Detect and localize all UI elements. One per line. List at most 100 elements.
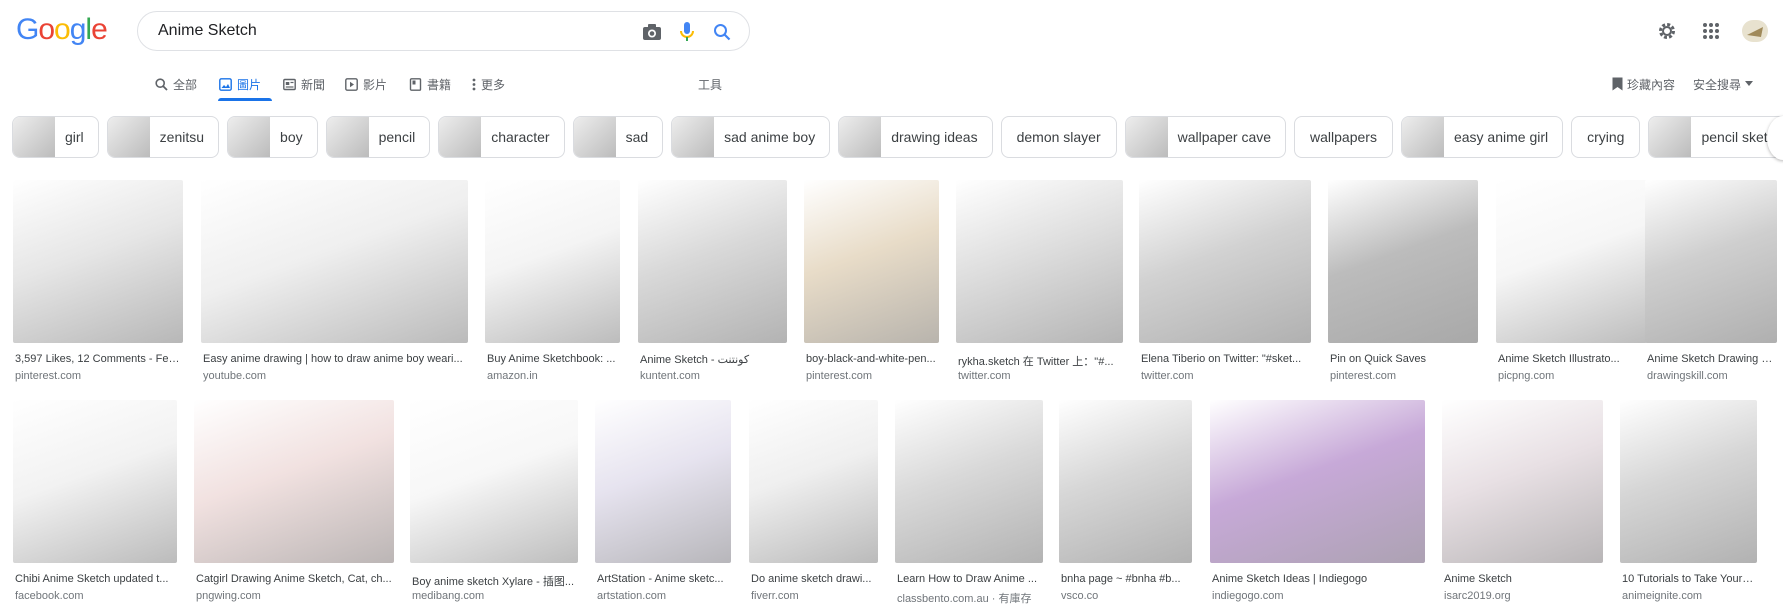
tools-button[interactable]: 工具: [698, 72, 722, 96]
image-result-card[interactable]: Catgirl Drawing Anime Sketch, Cat, ch...…: [194, 400, 394, 603]
account-avatar[interactable]: [1741, 17, 1769, 45]
tab-all[interactable]: 全部: [155, 72, 197, 96]
image-result-source: pngwing.com: [196, 590, 261, 602]
tab-videos[interactable]: 影片: [345, 72, 387, 96]
image-result-card[interactable]: Anime Sketch Drawing P... drawingskill.co…: [1645, 180, 1777, 383]
image-thumbnail[interactable]: [1442, 400, 1603, 563]
image-thumbnail[interactable]: [1210, 400, 1425, 563]
chip-wallpaper-cave[interactable]: wallpaper cave: [1124, 116, 1287, 158]
image-result-title[interactable]: Easy anime drawing | how to draw anime b…: [203, 353, 466, 365]
image-result-title[interactable]: Catgirl Drawing Anime Sketch, Cat, ch...: [196, 573, 392, 585]
image-thumbnail[interactable]: [13, 180, 183, 343]
chip-label: sad: [625, 129, 649, 145]
saved-button[interactable]: 珍藏內容: [1612, 72, 1675, 96]
logo-letter: o: [54, 13, 71, 46]
image-thumbnail[interactable]: [410, 400, 578, 563]
image-result-card[interactable]: ArtStation - Anime sketc... artstation.co…: [595, 400, 731, 603]
image-result-card[interactable]: Learn How to Draw Anime ... classbento.co…: [895, 400, 1043, 605]
image-thumbnail[interactable]: [1620, 400, 1757, 563]
chip-demon-slayer[interactable]: demon slayer: [1000, 116, 1117, 158]
image-thumbnail[interactable]: [201, 180, 468, 343]
image-result-title[interactable]: Boy anime sketch Xylare - 插图...: [412, 573, 576, 589]
image-result-title[interactable]: Anime Sketch Ideas | Indiegogo: [1212, 573, 1423, 585]
camera-icon[interactable]: [641, 21, 663, 43]
safesearch-button[interactable]: 安全搜尋: [1693, 72, 1754, 96]
image-result-title[interactable]: boy-black-and-white-pen...: [806, 353, 937, 365]
image-result-card[interactable]: 3,597 Likes, 12 Comments - Fea... pintere…: [13, 180, 183, 383]
image-result-card[interactable]: Anime Sketch - كونتنت kuntent.com: [638, 180, 787, 383]
chip-sad[interactable]: sad: [572, 116, 664, 158]
chip-girl[interactable]: girl: [12, 116, 99, 158]
image-result-card[interactable]: rykha.sketch 在 Twitter 上："#... twitter.co…: [956, 180, 1123, 383]
chip-boy[interactable]: boy: [227, 116, 318, 158]
tab-more[interactable]: 更多: [472, 72, 505, 96]
image-thumbnail[interactable]: [1328, 180, 1478, 343]
search-tabs: 全部 圖片 新聞 影片 書籍 更多 工具 珍藏內容 安全搜尋: [0, 72, 1783, 101]
image-thumbnail[interactable]: [1645, 180, 1777, 343]
chip-wallpapers[interactable]: wallpapers: [1294, 116, 1393, 158]
search-input[interactable]: [156, 21, 640, 41]
image-result-card[interactable]: Elena Tiberio on Twitter: "#sket... twitt…: [1139, 180, 1311, 383]
chip-sad-anime-boy[interactable]: sad anime boy: [671, 116, 831, 158]
image-thumbnail[interactable]: [1496, 180, 1647, 343]
image-thumbnail[interactable]: [1059, 400, 1192, 563]
image-result-title[interactable]: rykha.sketch 在 Twitter 上："#...: [958, 353, 1121, 369]
image-thumbnail[interactable]: [804, 180, 939, 343]
image-thumbnail[interactable]: [956, 180, 1123, 343]
image-result-title[interactable]: ArtStation - Anime sketc...: [597, 573, 729, 585]
image-result-card[interactable]: Chibi Anime Sketch updated t... facebook.…: [13, 400, 177, 603]
image-result-title[interactable]: bnha page ~ #bnha #b...: [1061, 573, 1190, 585]
image-thumbnail[interactable]: [1139, 180, 1311, 343]
chip-thumbnail: [326, 117, 369, 157]
image-result-card[interactable]: Boy anime sketch Xylare - 插图... medibang.…: [410, 400, 578, 603]
chip-character[interactable]: character: [438, 116, 565, 158]
image-result-card[interactable]: boy-black-and-white-pen... pinterest.com: [804, 180, 939, 383]
image-result-card[interactable]: 10 Tutorials to Take Your Ani... animeign…: [1620, 400, 1757, 603]
image-result-card[interactable]: Anime Sketch Ideas | Indiegogo indiegogo.…: [1210, 400, 1425, 603]
image-result-title[interactable]: Learn How to Draw Anime ...: [897, 573, 1041, 585]
image-result-source: drawingskill.com: [1647, 370, 1728, 382]
image-result-card[interactable]: Anime Sketch Illustrato... picpng.com: [1496, 180, 1647, 383]
image-result-card[interactable]: Pin on Quick Saves pinterest.com: [1328, 180, 1478, 383]
tab-news[interactable]: 新聞: [283, 72, 325, 96]
image-result-card[interactable]: Anime Sketch isarc2019.org: [1442, 400, 1603, 603]
chip-easy-anime-girl[interactable]: easy anime girl: [1400, 116, 1564, 158]
chip-drawing-ideas[interactable]: drawing ideas: [838, 116, 993, 158]
chip-pencil[interactable]: pencil: [325, 116, 431, 158]
image-thumbnail[interactable]: [595, 400, 731, 563]
image-thumbnail[interactable]: [749, 400, 878, 563]
image-result-card[interactable]: Do anime sketch drawi... fiverr.com: [749, 400, 878, 603]
settings-gear-icon[interactable]: [1653, 17, 1681, 45]
chip-crying[interactable]: crying: [1571, 116, 1641, 158]
image-thumbnail[interactable]: [194, 400, 394, 563]
image-result-title[interactable]: Elena Tiberio on Twitter: "#sket...: [1141, 353, 1309, 365]
search-icon[interactable]: [711, 21, 733, 43]
image-result-title[interactable]: 3,597 Likes, 12 Comments - Fea...: [15, 353, 181, 365]
chip-pencil-sketch[interactable]: pencil sketch: [1648, 116, 1783, 158]
image-result-title[interactable]: Anime Sketch Drawing P...: [1647, 353, 1775, 365]
image-thumbnail[interactable]: [485, 180, 620, 343]
microphone-icon[interactable]: [676, 21, 698, 43]
image-result-title[interactable]: 10 Tutorials to Take Your Ani...: [1622, 573, 1755, 585]
tab-images[interactable]: 圖片: [219, 72, 261, 96]
image-result-title[interactable]: Buy Anime Sketchbook: ...: [487, 353, 618, 365]
image-thumbnail[interactable]: [895, 400, 1043, 563]
image-result-source: animeignite.com: [1622, 590, 1703, 602]
image-thumbnail[interactable]: [13, 400, 177, 563]
image-result-title[interactable]: Anime Sketch Illustrato...: [1498, 353, 1645, 365]
image-result-source: youtube.com: [203, 370, 266, 382]
image-result-title[interactable]: Anime Sketch - كونتنت: [640, 353, 785, 366]
google-logo[interactable]: Google: [16, 13, 108, 47]
image-result-title[interactable]: Chibi Anime Sketch updated t...: [15, 573, 175, 585]
image-result-title[interactable]: Pin on Quick Saves: [1330, 353, 1476, 365]
image-result-card[interactable]: Buy Anime Sketchbook: ... amazon.in: [485, 180, 620, 383]
chip-zenitsu[interactable]: zenitsu: [106, 116, 220, 158]
tab-books[interactable]: 書籍: [409, 72, 451, 96]
apps-grid-icon[interactable]: [1697, 17, 1725, 45]
image-result-card[interactable]: bnha page ~ #bnha #b... vsco.co: [1059, 400, 1192, 603]
image-thumbnail[interactable]: [638, 180, 787, 343]
chip-label: drawing ideas: [891, 129, 978, 145]
image-result-card[interactable]: Easy anime drawing | how to draw anime b…: [201, 180, 468, 383]
image-result-title[interactable]: Do anime sketch drawi...: [751, 573, 876, 585]
image-result-title[interactable]: Anime Sketch: [1444, 573, 1601, 585]
